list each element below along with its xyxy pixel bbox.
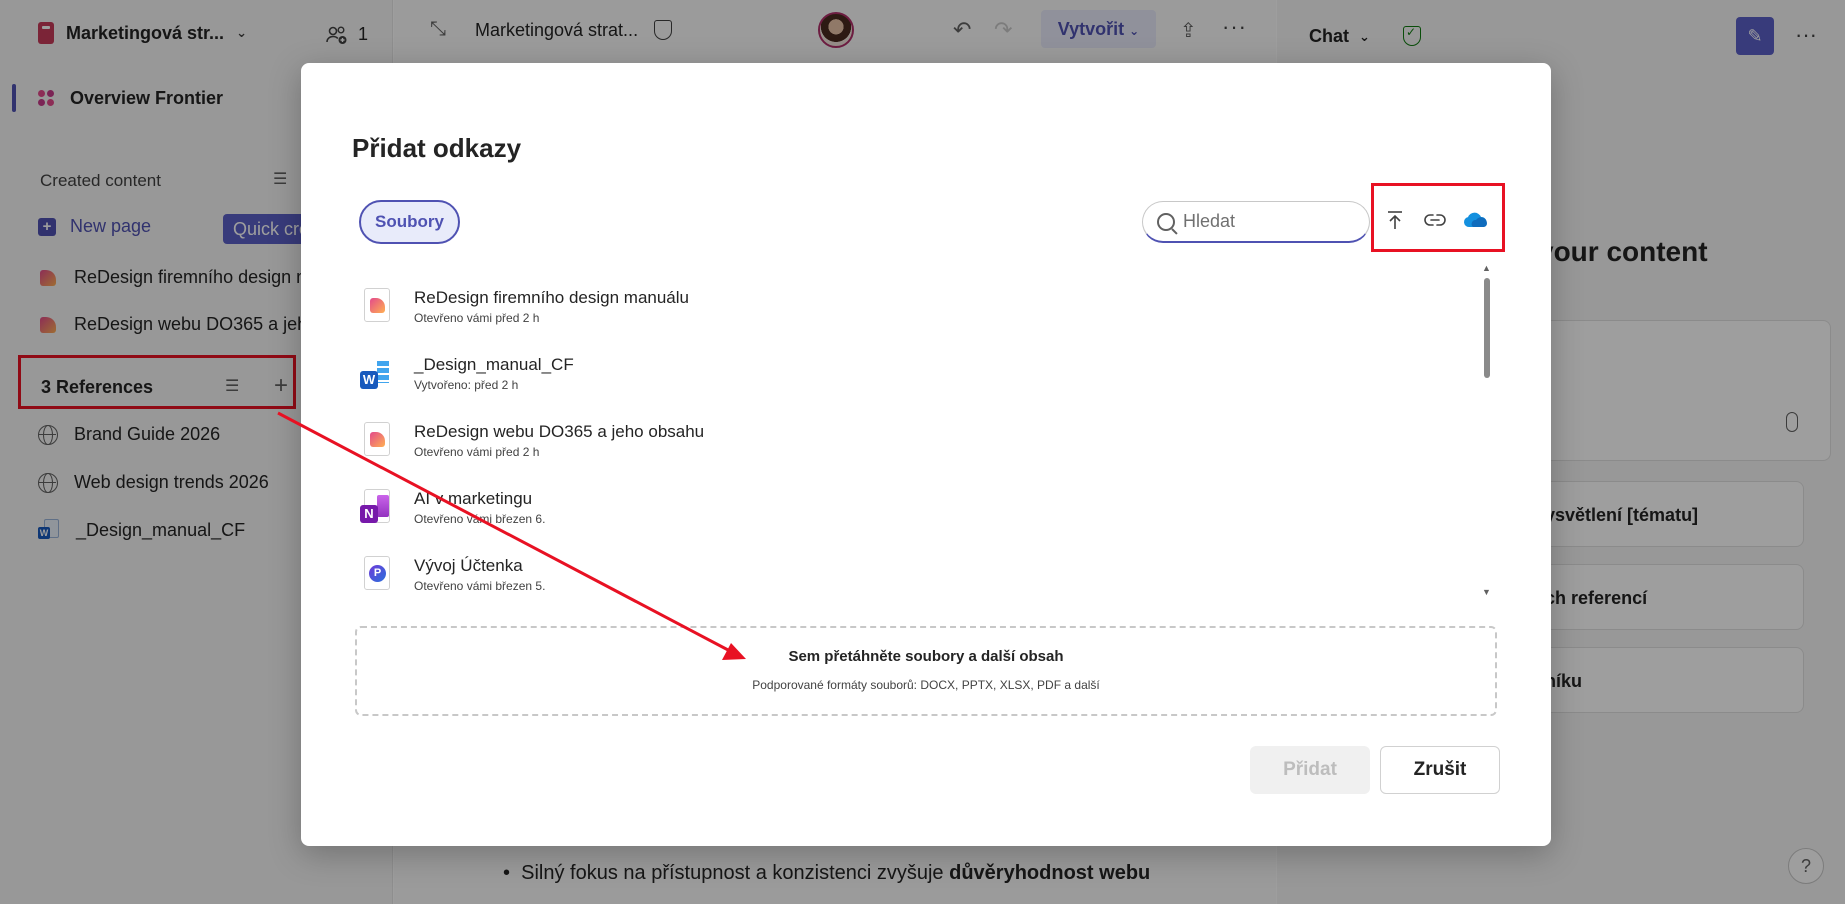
file-meta: Vytvořeno: před 2 h — [414, 377, 519, 392]
add-references-dialog: Přidat odkazy Soubory ReDesign firemního… — [301, 63, 1551, 846]
scrollbar-thumb[interactable] — [1484, 278, 1490, 378]
search-box[interactable] — [1142, 201, 1370, 243]
tab-files[interactable]: Soubory — [359, 200, 460, 244]
file-name: ReDesign firemního design manuálu — [414, 287, 689, 307]
file-name: ReDesign webu DO365 a jeho obsahu — [414, 421, 705, 441]
drop-zone-title: Sem přetáhněte soubory a další obsah — [788, 648, 1064, 665]
scroll-down-icon[interactable]: ▼ — [1482, 587, 1491, 597]
file-meta: Otevřeno vámi před 2 h — [414, 444, 540, 459]
pages-file-icon: P — [362, 556, 392, 592]
dialog-title: Přidat odkazy — [352, 133, 522, 163]
search-icon — [1157, 212, 1175, 231]
file-row[interactable]: P Vývoj Účtenka Otevřeno vámi březen 5. — [352, 541, 1452, 603]
scroll-up-icon[interactable]: ▲ — [1482, 263, 1491, 273]
drop-zone-subtitle: Podporované formáty souborů: DOCX, PPTX,… — [752, 678, 1100, 692]
drop-zone[interactable]: Sem přetáhněte soubory a další obsah Pod… — [355, 626, 1497, 716]
file-row[interactable]: ReDesign webu DO365 a jeho obsahu Otevřen… — [352, 407, 1452, 473]
file-list: ReDesign firemního design manuálu Otevřen… — [352, 273, 1477, 603]
file-row[interactable]: W _Design_manual_CF Vytvořeno: před 2 h — [352, 340, 1452, 406]
loop-file-icon — [362, 288, 392, 324]
loop-file-icon — [362, 422, 392, 458]
onenote-file-icon: N — [360, 489, 392, 525]
file-meta: Otevřeno vámi před 2 h — [414, 310, 540, 325]
file-row[interactable]: N AI v marketingu Otevřeno vámi březen 6. — [352, 474, 1452, 540]
add-button[interactable]: Přidat — [1250, 746, 1370, 794]
cancel-button[interactable]: Zrušit — [1380, 746, 1500, 794]
file-name: _Design_manual_CF — [414, 354, 574, 374]
file-name: Vývoj Účtenka — [414, 555, 523, 575]
word-file-icon: W — [360, 355, 392, 391]
file-name: AI v marketingu — [414, 488, 533, 508]
file-meta: Otevřeno vámi březen 6. — [414, 511, 546, 526]
file-row[interactable]: ReDesign firemního design manuálu Otevřen… — [352, 273, 1452, 339]
tools-annotation-box — [1371, 183, 1505, 252]
file-meta: Otevřeno vámi březen 5. — [414, 578, 546, 593]
search-input[interactable] — [1183, 211, 1343, 232]
